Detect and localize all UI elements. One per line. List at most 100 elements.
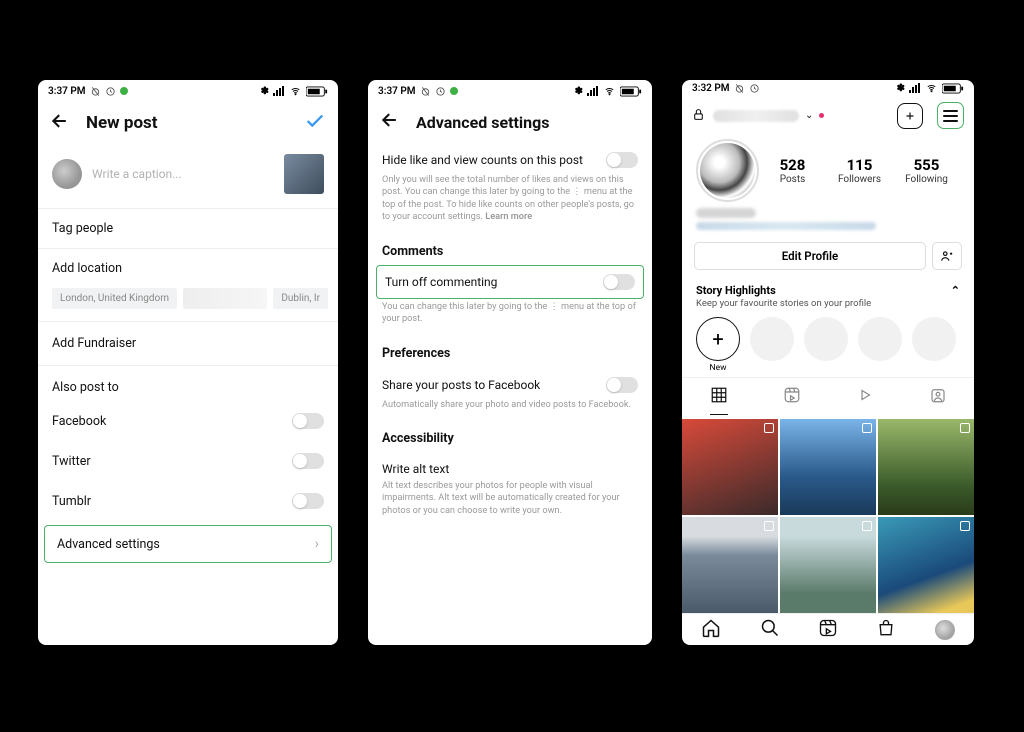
toggle-icon[interactable] — [292, 413, 324, 429]
profile-avatar-ring[interactable] — [696, 139, 759, 202]
bluetooth-icon: ✽ — [261, 86, 269, 97]
caption-row: Write a caption... — [38, 144, 338, 208]
share-fb-label: Share your posts to Facebook — [382, 378, 540, 392]
wifi-icon — [603, 86, 616, 96]
location-suggestion[interactable] — [183, 288, 267, 309]
post-thumbnail[interactable] — [682, 517, 778, 613]
post-thumbnail[interactable] — [878, 419, 974, 515]
location-suggestions: London, United Kingdom Dublin, Ir — [38, 288, 338, 321]
post-thumbnail[interactable] — [780, 419, 876, 515]
confirm-check-icon[interactable] — [304, 110, 326, 136]
also-post-to-label: Also post to — [38, 365, 338, 401]
battery-icon — [620, 86, 642, 97]
profile-stats-row: 528Posts 115Followers 555Following — [682, 135, 974, 204]
status-bar: 3:32 PM ✽ — [682, 80, 974, 96]
share-twitter-label: Twitter — [52, 454, 91, 469]
advanced-settings-row[interactable]: Advanced settings › — [44, 525, 332, 563]
learn-more-link[interactable]: Learn more — [485, 211, 532, 222]
signal-icon — [273, 86, 285, 96]
share-twitter-row[interactable]: Twitter — [38, 441, 338, 481]
profile-actions: Edit Profile — [682, 234, 974, 278]
carousel-icon — [764, 423, 774, 433]
nav-profile-avatar[interactable] — [935, 620, 955, 640]
turn-off-commenting-label: Turn off commenting — [385, 275, 497, 289]
toggle-icon[interactable] — [606, 152, 638, 168]
share-fb-row[interactable]: Share your posts to Facebook — [368, 367, 652, 397]
dot-green-icon — [450, 87, 458, 95]
signal-icon — [587, 86, 599, 96]
screen-profile: 3:32 PM ✽ ⌄ 528Posts 115Followers 555Fol… — [682, 80, 974, 645]
screen-header: Advanced settings — [368, 102, 652, 142]
alt-text-row[interactable]: Write alt text — [368, 452, 652, 478]
toggle-icon[interactable] — [292, 493, 324, 509]
hide-counts-row[interactable]: Hide like and view counts on this post — [368, 142, 652, 172]
turn-off-commenting-row[interactable]: Turn off commenting — [377, 266, 643, 298]
story-highlights-title: Story Highlights — [696, 284, 776, 297]
nav-search-icon[interactable] — [760, 618, 780, 642]
tab-reels[interactable] — [783, 386, 801, 415]
tab-video[interactable] — [856, 386, 874, 415]
bluetooth-icon: ✽ — [897, 83, 905, 94]
toggle-icon[interactable] — [603, 274, 635, 290]
profile-bio — [682, 204, 974, 234]
share-tumblr-label: Tumblr — [52, 494, 91, 509]
chevron-up-icon[interactable]: ⌃ — [951, 284, 960, 297]
add-fundraiser-row[interactable]: Add Fundraiser — [38, 321, 338, 365]
discover-people-button[interactable] — [932, 242, 962, 270]
header-title: New post — [86, 113, 288, 133]
hamburger-menu-button[interactable] — [937, 102, 964, 129]
post-thumbnail[interactable] — [682, 419, 778, 515]
posts-grid — [682, 419, 974, 613]
profile-tabs — [682, 377, 974, 419]
caption-input[interactable]: Write a caption... — [92, 167, 274, 181]
tag-people-row[interactable]: Tag people — [38, 208, 338, 248]
edit-profile-button[interactable]: Edit Profile — [694, 242, 926, 270]
carousel-icon — [960, 521, 970, 531]
highlight-placeholder — [804, 317, 848, 361]
signal-icon — [909, 83, 921, 93]
hide-counts-label: Hide like and view counts on this post — [382, 153, 583, 167]
carousel-icon — [862, 521, 872, 531]
header-title: Advanced settings — [416, 113, 640, 132]
post-thumbnail[interactable] — [780, 517, 876, 613]
carousel-icon — [862, 423, 872, 433]
tab-grid[interactable] — [710, 386, 728, 415]
stat-followers[interactable]: 115Followers — [826, 156, 893, 185]
clock-icon — [105, 86, 116, 97]
username-dropdown[interactable]: ⌄ — [713, 110, 889, 122]
toggle-icon[interactable] — [606, 377, 638, 393]
share-facebook-row[interactable]: Facebook — [38, 401, 338, 441]
screen-new-post: 3:37 PM ✽ New post Write a caption... Ta… — [38, 80, 338, 645]
chevron-right-icon: › — [315, 536, 319, 552]
comments-heading: Comments — [368, 232, 652, 265]
post-thumbnail[interactable] — [878, 517, 974, 613]
profile-header: ⌄ — [682, 96, 974, 135]
screen-advanced-settings: 3:37 PM ✽ Advanced settings Hide like an… — [368, 80, 652, 645]
profile-avatar — [700, 143, 755, 198]
alt-text-description: Alt text describes your photos for peopl… — [368, 478, 652, 525]
add-location-row[interactable]: Add location — [38, 248, 338, 288]
stat-following[interactable]: 555Following — [893, 156, 960, 185]
location-suggestion[interactable]: London, United Kingdom — [52, 288, 177, 309]
nav-shop-icon[interactable] — [876, 618, 896, 642]
toggle-icon[interactable] — [292, 453, 324, 469]
status-time: 3:37 PM — [48, 86, 86, 97]
location-suggestion[interactable]: Dublin, Ir — [273, 288, 328, 309]
tab-tagged[interactable] — [929, 386, 947, 415]
nav-reels-icon[interactable] — [818, 618, 838, 642]
back-arrow-icon[interactable] — [50, 111, 70, 135]
back-arrow-icon[interactable] — [380, 110, 400, 134]
advanced-settings-label: Advanced settings — [57, 537, 160, 552]
share-tumblr-row[interactable]: Tumblr — [38, 481, 338, 521]
new-highlight-button[interactable]: + — [696, 317, 740, 361]
create-post-button[interactable] — [897, 103, 923, 129]
status-bar: 3:37 PM ✽ — [368, 80, 652, 102]
preferences-heading: Preferences — [368, 334, 652, 367]
highlight-placeholder — [858, 317, 902, 361]
stat-posts[interactable]: 528Posts — [759, 156, 826, 185]
bottom-nav — [682, 613, 974, 645]
carousel-icon — [960, 423, 970, 433]
highlight-placeholder — [912, 317, 956, 361]
nav-home-icon[interactable] — [701, 618, 721, 642]
post-thumbnail[interactable] — [284, 154, 324, 194]
